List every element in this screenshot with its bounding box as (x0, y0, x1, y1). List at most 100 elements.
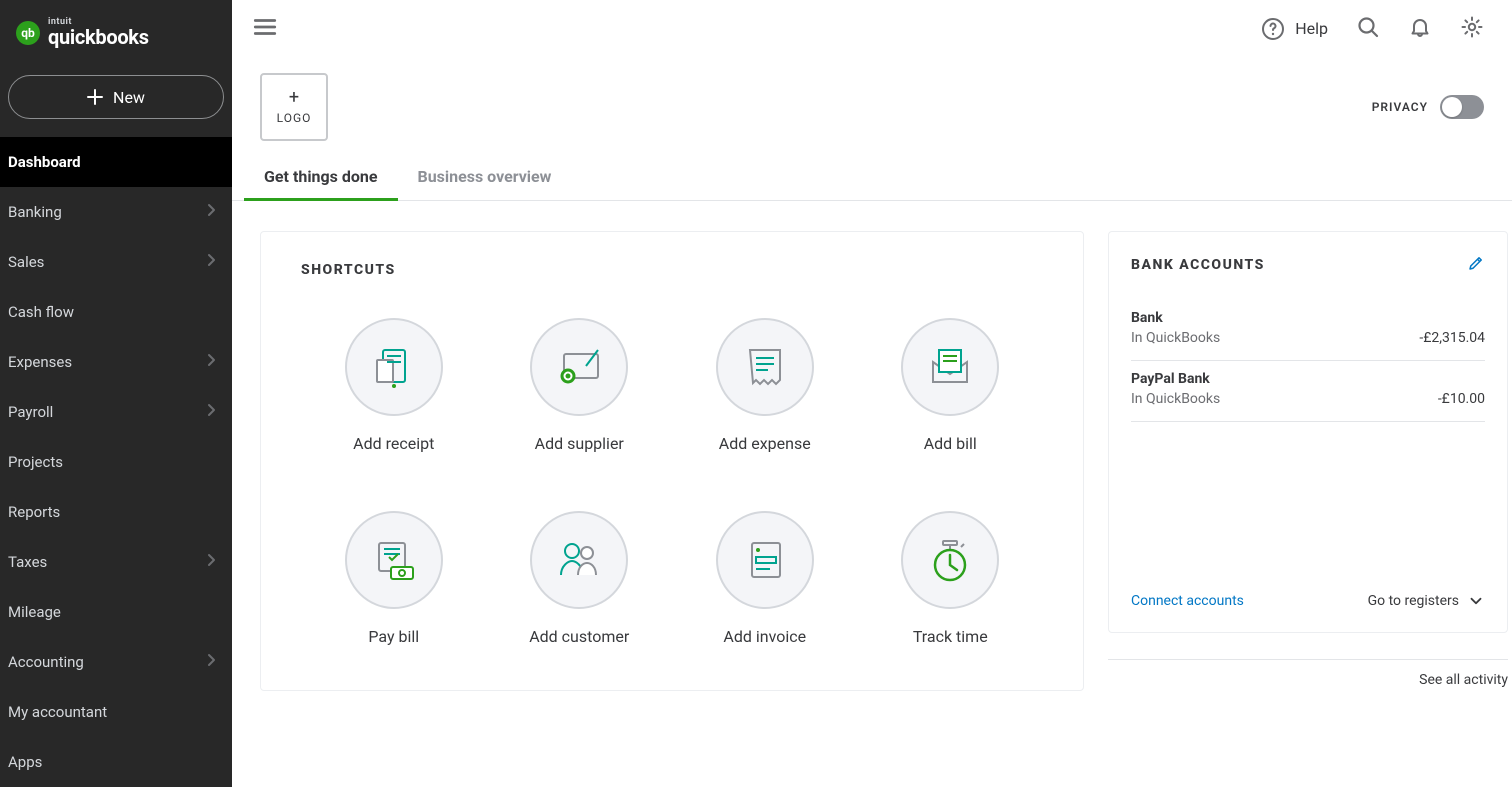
hamburger-icon (252, 14, 278, 40)
sidebar-item-mileage[interactable]: Mileage (0, 587, 232, 637)
sidebar-item-expenses[interactable]: Expenses (0, 337, 232, 387)
bank-list: Bank In QuickBooks -£2,315.04 PayPal Bank In… (1131, 300, 1485, 422)
bank-in-quickbooks-label: In QuickBooks (1131, 391, 1220, 407)
bank-accounts-title: BANK ACCOUNTS (1131, 257, 1265, 273)
search-icon (1356, 15, 1380, 39)
shortcut-label: Add bill (924, 434, 977, 453)
sidebar-item-label: Reports (8, 503, 60, 521)
shortcuts-grid: Add receipt Add supplier Add expense Add bi… (301, 318, 1043, 646)
sidebar-item-label: Accounting (8, 653, 84, 671)
bell-icon (1408, 15, 1432, 39)
tab-get-things-done[interactable]: Get things done (264, 167, 378, 200)
sidebar-item-taxes[interactable]: Taxes (0, 537, 232, 587)
edit-bank-accounts-button[interactable] (1467, 254, 1485, 276)
new-button[interactable]: New (8, 75, 224, 119)
chevron-right-icon (206, 203, 216, 221)
tabs: Get things done Business overview (232, 141, 1512, 201)
new-button-label: New (113, 88, 145, 107)
see-all-activity-link[interactable]: See all activity (1108, 659, 1508, 688)
sidebar-item-label: Cash flow (8, 303, 74, 321)
sidebar-item-cash-flow[interactable]: Cash flow (0, 287, 232, 337)
pay-bill-icon (345, 511, 443, 609)
customer-icon (530, 511, 628, 609)
shortcut-add-customer[interactable]: Add customer (487, 511, 673, 646)
shortcut-add-receipt[interactable]: Add receipt (301, 318, 487, 453)
shortcut-label: Track time (913, 627, 988, 646)
shortcut-add-expense[interactable]: Add expense (672, 318, 858, 453)
bank-account-item[interactable]: PayPal Bank In QuickBooks -£10.00 (1131, 361, 1485, 422)
shortcuts-title: SHORTCUTS (301, 262, 1043, 278)
sidebar-item-payroll[interactable]: Payroll (0, 387, 232, 437)
shortcut-label: Add customer (529, 627, 629, 646)
sidebar-item-my-accountant[interactable]: My accountant (0, 687, 232, 737)
brand: qb intuit quickbooks (0, 0, 232, 47)
sidebar-item-label: Banking (8, 203, 62, 221)
bank-account-item[interactable]: Bank In QuickBooks -£2,315.04 (1131, 300, 1485, 361)
sidebar-item-label: Mileage (8, 603, 61, 621)
sidebar-item-label: Apps (8, 753, 42, 771)
bank-account-balance: -£2,315.04 (1419, 330, 1485, 346)
bank-accounts-card: BANK ACCOUNTS Bank In QuickBooks -£2,315.0… (1108, 231, 1508, 633)
sidebar-item-sales[interactable]: Sales (0, 237, 232, 287)
plus-icon (87, 89, 103, 105)
toggle-knob (1442, 97, 1462, 117)
shortcut-pay-bill[interactable]: Pay bill (301, 511, 487, 646)
sidebar-item-apps[interactable]: Apps (0, 737, 232, 787)
help-circle-icon (1261, 17, 1285, 41)
registers-label: Go to registers (1368, 593, 1459, 609)
sidebar-item-banking[interactable]: Banking (0, 187, 232, 237)
invoice-icon (716, 511, 814, 609)
content-row: SHORTCUTS Add receipt Add supplier Add exp… (232, 201, 1512, 691)
sidebar-item-label: Expenses (8, 353, 72, 371)
tab-business-overview[interactable]: Business overview (418, 167, 552, 200)
chevron-right-icon (206, 353, 216, 371)
shortcuts-card: SHORTCUTS Add receipt Add supplier Add exp… (260, 231, 1084, 691)
bank-in-quickbooks-label: In QuickBooks (1131, 330, 1220, 346)
track-time-icon (901, 511, 999, 609)
shortcut-track-time[interactable]: Track time (858, 511, 1044, 646)
brand-logo-icon: qb (16, 21, 40, 45)
bank-account-balance: -£10.00 (1438, 391, 1485, 407)
sidebar-item-accounting[interactable]: Accounting (0, 637, 232, 687)
settings-button[interactable] (1460, 15, 1484, 43)
topbar: Help (232, 0, 1512, 57)
privacy-label: PRIVACY (1372, 100, 1428, 114)
help-label: Help (1295, 19, 1328, 38)
plus-icon: + (289, 89, 299, 107)
chevron-right-icon (206, 253, 216, 271)
chevron-right-icon (206, 403, 216, 421)
bank-account-name: Bank (1131, 310, 1485, 326)
search-button[interactable] (1356, 15, 1380, 43)
sidebar: qb intuit quickbooks New Dashboard Bankin… (0, 0, 232, 787)
logo-box-label: LOGO (277, 111, 312, 125)
shortcut-add-bill[interactable]: Add bill (858, 318, 1044, 453)
chevron-right-icon (206, 653, 216, 671)
sidebar-item-label: Payroll (8, 403, 53, 421)
brand-name: quickbooks (48, 27, 149, 47)
help-button[interactable]: Help (1261, 17, 1328, 41)
shortcut-label: Add expense (719, 434, 811, 453)
sidebar-item-reports[interactable]: Reports (0, 487, 232, 537)
sidebar-item-label: Sales (8, 253, 44, 271)
sidebar-item-label: Dashboard (8, 153, 81, 171)
shortcut-add-invoice[interactable]: Add invoice (672, 511, 858, 646)
go-to-registers-button[interactable]: Go to registers (1368, 592, 1485, 610)
pencil-icon (1467, 254, 1485, 272)
privacy-group: PRIVACY (1372, 95, 1484, 119)
sidebar-item-label: My accountant (8, 703, 107, 721)
sidebar-item-projects[interactable]: Projects (0, 437, 232, 487)
add-logo-button[interactable]: + LOGO (260, 73, 328, 141)
notifications-button[interactable] (1408, 15, 1432, 43)
supplier-icon (530, 318, 628, 416)
sidebar-item-dashboard[interactable]: Dashboard (0, 137, 232, 187)
nav: Dashboard Banking Sales Cash flow Expenses Pa… (0, 137, 232, 787)
shortcut-add-supplier[interactable]: Add supplier (487, 318, 673, 453)
connect-accounts-link[interactable]: Connect accounts (1131, 593, 1244, 609)
hamburger-button[interactable] (252, 14, 278, 44)
shortcut-label: Add supplier (535, 434, 624, 453)
receipt-icon (345, 318, 443, 416)
shortcut-label: Add invoice (723, 627, 806, 646)
bank-account-name: PayPal Bank (1131, 371, 1485, 387)
privacy-toggle[interactable] (1440, 95, 1484, 119)
logo-row: + LOGO PRIVACY (232, 57, 1512, 141)
